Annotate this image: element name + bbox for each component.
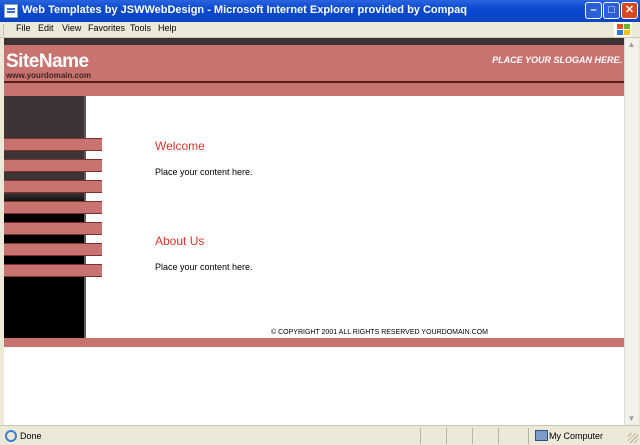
windows-logo-icon <box>614 22 632 37</box>
status-text: Done <box>20 431 42 441</box>
nav-tab[interactable] <box>4 159 102 172</box>
status-separator <box>472 428 473 444</box>
menu-edit[interactable]: Edit <box>38 23 54 33</box>
status-separator <box>498 428 499 444</box>
site-domain: www.yourdomain.com <box>6 71 92 80</box>
close-button[interactable]: ✕ <box>621 2 638 19</box>
nav-tab[interactable] <box>4 222 102 235</box>
site-header: SiteName www.yourdomain.com PLACE YOUR S… <box>4 45 624 81</box>
menu-bar: File Edit View Favorites Tools Help <box>0 22 640 38</box>
top-nav-bar <box>4 83 624 96</box>
copyright-text: © COPYRIGHT 2001 ALL RIGHTS RESERVED YOU… <box>271 329 488 336</box>
window-title: Web Templates by JSWWebDesign - Microsof… <box>22 4 467 16</box>
menu-favorites[interactable]: Favorites <box>88 23 125 33</box>
menu-file[interactable]: File <box>16 23 31 33</box>
toolbar-grip <box>3 24 7 35</box>
nav-tab[interactable] <box>4 243 102 256</box>
menu-view[interactable]: View <box>62 23 81 33</box>
site-slogan: PLACE YOUR SLOGAN HERE. <box>492 55 622 65</box>
header-top-strip <box>4 38 624 45</box>
security-zone: My Computer <box>549 431 604 441</box>
section-body-welcome: Place your content here. <box>155 167 253 177</box>
status-separator <box>420 428 421 444</box>
status-separator <box>446 428 447 444</box>
section-body-about: Place your content here. <box>155 262 253 272</box>
left-column-edge <box>84 96 86 338</box>
menu-help[interactable]: Help <box>158 23 177 33</box>
computer-icon <box>535 430 548 441</box>
vertical-scrollbar[interactable]: ▲ ▼ <box>624 38 638 425</box>
maximize-button[interactable]: □ <box>603 2 620 19</box>
section-heading-about: About Us <box>155 234 205 248</box>
status-bar: Done My Computer <box>0 425 640 445</box>
ie-app-icon <box>4 4 18 18</box>
nav-tab[interactable] <box>4 201 102 214</box>
nav-tab[interactable] <box>4 138 102 151</box>
scroll-down-arrow-icon[interactable]: ▼ <box>625 412 638 425</box>
menu-tools[interactable]: Tools <box>130 23 151 33</box>
section-heading-welcome: Welcome <box>155 139 205 153</box>
nav-tab[interactable] <box>4 264 102 277</box>
status-separator <box>528 428 529 444</box>
left-column <box>4 96 84 338</box>
site-name[interactable]: SiteName <box>6 51 89 73</box>
minimize-button[interactable]: – <box>585 2 602 19</box>
site-footer-bar <box>4 338 624 347</box>
ie-status-icon <box>5 430 17 442</box>
resize-grip[interactable] <box>628 433 638 443</box>
nav-tab[interactable] <box>4 180 102 193</box>
title-bar[interactable]: Web Templates by JSWWebDesign - Microsof… <box>0 0 640 22</box>
page-viewport[interactable]: SiteName www.yourdomain.com PLACE YOUR S… <box>4 38 624 425</box>
scroll-up-arrow-icon[interactable]: ▲ <box>625 38 638 51</box>
